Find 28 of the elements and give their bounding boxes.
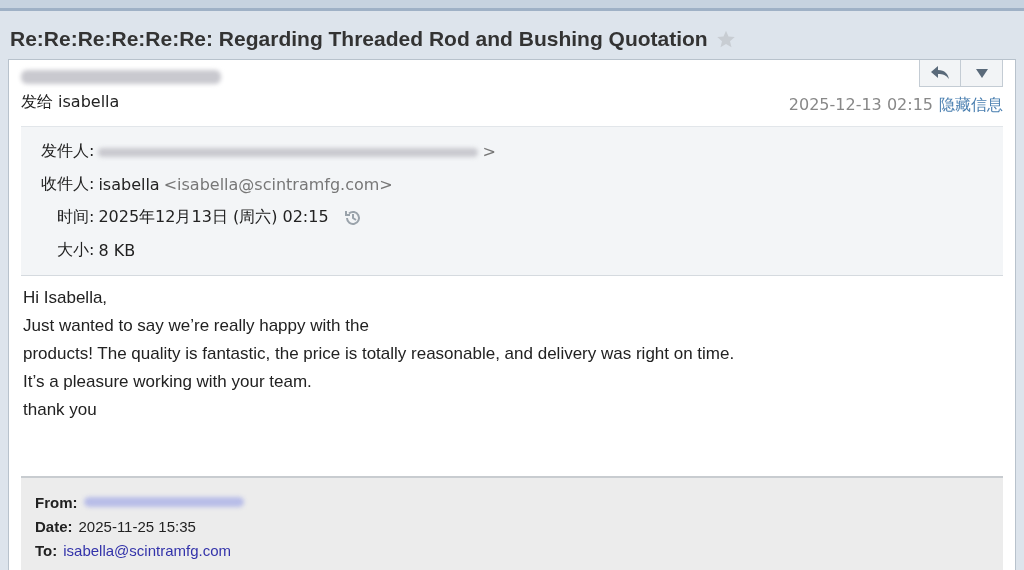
- field-label: Date:: [35, 517, 73, 535]
- recipient-name: isabella: [98, 175, 160, 194]
- body-text: products! The quality is fantastic, the price is totally reasonable, and delivery was right on time.: [23, 343, 736, 365]
- field-label: 大小:: [57, 240, 95, 261]
- body-text: Just wanted to say we’re really happy with the: [23, 315, 370, 337]
- more-button[interactable]: [960, 60, 1002, 86]
- email-link[interactable]: isabella@scintramfg.com: [63, 541, 231, 559]
- reply-icon: [931, 66, 949, 80]
- field-label: From:: [35, 493, 78, 511]
- field-label: 收件人:: [41, 174, 95, 195]
- field-value: 2025-11-25 15:35: [78, 517, 196, 535]
- reply-button[interactable]: [920, 60, 960, 86]
- body-text: thank you: [23, 399, 98, 421]
- field-label: To:: [35, 541, 58, 559]
- recipient-line: 发给 isabella: [21, 92, 121, 113]
- email-date: 2025-12-13 02:15: [788, 95, 933, 114]
- field-label: 发件人:: [41, 141, 95, 162]
- field-label: 时间:: [57, 207, 95, 228]
- body-text: Hi Isabella,: [23, 287, 109, 309]
- hide-details-link[interactable]: 隐藏信息: [939, 95, 1003, 114]
- body-text: It’s a pleasure working with your team.: [23, 371, 313, 393]
- field-value: 2025年12月13日 (周六) 02:15: [98, 207, 329, 228]
- email-subject: Re:Re:Re:Re:Re:Re: Regarding Threaded Rod and Bushing Quotation: [10, 27, 708, 51]
- field-value: 8 KB: [98, 241, 136, 260]
- bracket-text: >: [482, 142, 496, 161]
- star-icon[interactable]: [715, 29, 736, 49]
- caret-icon: [975, 68, 988, 78]
- recipient-address: <isabella@scintramfg.com>: [163, 175, 393, 194]
